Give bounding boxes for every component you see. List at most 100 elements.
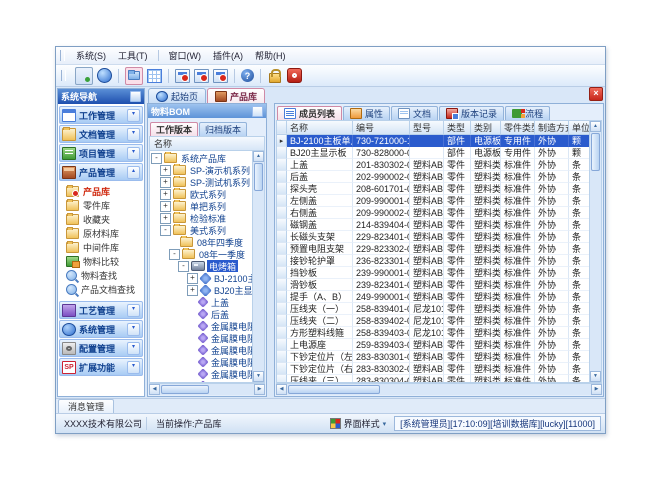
- table-hscroll-thumb[interactable]: [288, 385, 380, 394]
- table-row[interactable]: 下钞定位片（左）283-830301-00I塑料ABS零件塑料类标准件外协条: [277, 351, 589, 363]
- tree-node-美式系列[interactable]: -美式系列: [150, 224, 252, 236]
- table-row[interactable]: 压线夹（二）258-839402-00I尼龙1010零件塑料类标准件外协条: [277, 315, 589, 327]
- sidebar-item-物料查找[interactable]: 物料查找: [59, 268, 143, 282]
- tree-node-金属膜电阻器[interactable]: 金属膜电阻器: [150, 344, 252, 356]
- menu-item[interactable]: 窗口(W): [163, 48, 208, 63]
- table-row[interactable]: 右侧盖209-990002-01I塑料ABS零件塑料类标准件外协条: [277, 207, 589, 219]
- scroll-down-icon[interactable]: ▼: [590, 371, 601, 382]
- column-header-零件类型[interactable]: 零件类型: [501, 121, 535, 134]
- column-header-编号[interactable]: 编号: [353, 121, 410, 134]
- table-row[interactable]: 下钞定位片（右）283-830302-00I塑料ABS零件塑料类标准件外协条: [277, 363, 589, 375]
- menu-item[interactable]: 工具(T): [112, 48, 154, 63]
- table-row[interactable]: 磁钢盖214-839404-01I塑料ABS零件塑料类标准件外协条: [277, 219, 589, 231]
- expand-icon[interactable]: +: [187, 285, 198, 296]
- tree-node-金属膜电阻器[interactable]: 金属膜电阻器: [150, 320, 252, 332]
- datagrid-icon[interactable]: [147, 69, 162, 83]
- table-row[interactable]: 滑钞板239-823401-00I塑料ABS零件塑料类标准件外协条: [277, 279, 589, 291]
- table-row[interactable]: 预置电阻支架229-823302-00I塑料ABS零件塑料类标准件外协条: [277, 243, 589, 255]
- tree-node-BJ20主显示板[interactable]: +BJ20主显示板: [150, 284, 252, 296]
- window-close-icon[interactable]: [213, 69, 228, 83]
- table-row[interactable]: 压线夹（一）258-839401-00I尼龙1010零件塑料类标准件外协条: [277, 303, 589, 315]
- sidebar-item-原材料库[interactable]: 原材料库: [59, 226, 143, 240]
- tab-起始页[interactable]: 起始页: [148, 88, 206, 103]
- window-new-icon[interactable]: [175, 69, 190, 83]
- expand-icon[interactable]: +: [160, 165, 171, 176]
- menu-item[interactable]: 系统(S): [70, 48, 112, 63]
- table-row[interactable]: 上盖201-830302-00I塑料ABS零件塑料类标准件外协条: [277, 159, 589, 171]
- chevron-up-icon[interactable]: ▴: [127, 166, 140, 179]
- tree-vertical-scrollbar[interactable]: ▲ ▼: [252, 151, 264, 382]
- expand-icon[interactable]: +: [187, 273, 198, 284]
- table-row[interactable]: 压线夹（三）283-830304-00I塑料ABS零件塑料类标准件外协条: [277, 375, 589, 382]
- tree-node-上盖[interactable]: 上盖: [150, 296, 252, 308]
- ui-style-selector[interactable]: 界面样式 ▾: [327, 417, 390, 430]
- sidebar-group-工艺管理[interactable]: 工艺管理▾: [59, 301, 143, 319]
- tree-node-08年一季度[interactable]: -08年一季度: [150, 248, 252, 260]
- tree-node-单把系列[interactable]: +单把系列: [150, 200, 252, 212]
- tree-hscroll-thumb[interactable]: [161, 385, 209, 394]
- expand-icon[interactable]: +: [160, 213, 171, 224]
- tree-node-后盖[interactable]: 后盖: [150, 308, 252, 320]
- tree-node-金属膜电阻器[interactable]: 金属膜电阻器: [150, 356, 252, 368]
- tab-工作版本[interactable]: 工作版本: [150, 122, 198, 136]
- chevron-down-icon[interactable]: ▾: [127, 109, 140, 122]
- scroll-right-icon[interactable]: ▶: [591, 384, 602, 395]
- column-header-类型[interactable]: 类型: [444, 121, 471, 134]
- tab-版本记录[interactable]: 版本记录: [439, 106, 504, 120]
- exit-icon[interactable]: [287, 68, 302, 83]
- tree-column-header[interactable]: 名称: [149, 136, 265, 151]
- sidebar-group-系统管理[interactable]: 系统管理▾: [59, 320, 143, 338]
- table-row[interactable]: 长磁头支架229-823401-00I塑料ABS零件塑料类标准件外协条: [277, 231, 589, 243]
- tree-node-08年四季度[interactable]: 08年四季度: [150, 236, 252, 248]
- sidebar-item-物料比较[interactable]: 物料比较: [59, 254, 143, 268]
- chevron-down-icon[interactable]: ▾: [127, 304, 140, 317]
- sidebar-item-产品文档查找[interactable]: 产品文档查找: [59, 282, 143, 296]
- sidebar-group-配置管理[interactable]: 配置管理▾: [59, 339, 143, 357]
- tree-node-SP-演示机系列[interactable]: +SP-演示机系列: [150, 164, 252, 176]
- menu-item[interactable]: 插件(A): [207, 48, 249, 63]
- chevron-down-icon[interactable]: ▾: [127, 361, 140, 374]
- sidebar-item-产品库[interactable]: 产品库: [59, 184, 143, 198]
- table-row[interactable]: 左侧盖209-990001-01I塑料ABS零件塑料类标准件外协条: [277, 195, 589, 207]
- column-header-型号[interactable]: 型号: [410, 121, 444, 134]
- tree-node-金属膜电阻器[interactable]: 金属膜电阻器: [150, 380, 252, 382]
- table-vertical-scrollbar[interactable]: ▲ ▼: [589, 121, 601, 382]
- table-row[interactable]: 方形塑料线箍258-839403-00I尼龙1010零件塑料类标准件外协条: [277, 327, 589, 339]
- workspace-icon[interactable]: [75, 67, 93, 85]
- help-icon[interactable]: [241, 69, 254, 82]
- web-icon[interactable]: [97, 68, 112, 83]
- sidebar-group-产品管理[interactable]: 产品管理▴: [59, 163, 143, 181]
- close-tab-button[interactable]: ×: [589, 87, 603, 101]
- sidebar-item-收藏夹[interactable]: 收藏夹: [59, 212, 143, 226]
- tab-流程[interactable]: 流程: [505, 106, 550, 120]
- sidebar-item-零件库[interactable]: 零件库: [59, 198, 143, 212]
- tree-node-欧式系列[interactable]: +欧式系列: [150, 188, 252, 200]
- tab-产品库[interactable]: 产品库: [207, 88, 265, 103]
- open-folder-icon[interactable]: [125, 67, 143, 85]
- sidebar-pin-icon[interactable]: [130, 91, 141, 102]
- table-horizontal-scrollbar[interactable]: ◀ ▶: [276, 383, 602, 395]
- table-row[interactable]: 挡钞板239-990001-01I塑料ABS零件塑料类标准件外协条: [277, 267, 589, 279]
- column-header-名称[interactable]: 名称: [287, 121, 353, 134]
- scroll-up-icon[interactable]: ▲: [253, 151, 264, 162]
- column-header-单位[interactable]: 单位: [569, 121, 589, 134]
- scroll-up-icon[interactable]: ▲: [590, 121, 601, 132]
- table-row[interactable]: 提手（A、B）249-990001-01I塑料ABS零件塑料类标准件外协条: [277, 291, 589, 303]
- table-vscroll-thumb[interactable]: [591, 133, 600, 171]
- tree-node-系统产品库[interactable]: -系统产品库: [150, 152, 252, 164]
- scroll-down-icon[interactable]: ▼: [253, 371, 264, 382]
- lock-icon[interactable]: [267, 68, 283, 84]
- sidebar-group-文档管理[interactable]: 文档管理▾: [59, 125, 143, 143]
- tree-vscroll-thumb[interactable]: [254, 163, 263, 191]
- table-row[interactable]: ▸BJ-2100主板单点730-721000-12I部件电源板专用件外协颗: [277, 135, 589, 147]
- table-row[interactable]: BJ20主显示板730-828000-04I部件电源板专用件外协颗: [277, 147, 589, 159]
- tab-成员列表[interactable]: 成员列表: [277, 106, 342, 120]
- chevron-down-icon[interactable]: ▾: [127, 323, 140, 336]
- chevron-down-icon[interactable]: ▾: [127, 147, 140, 160]
- column-header-类别[interactable]: 类别: [471, 121, 501, 134]
- window-config-icon[interactable]: [194, 69, 209, 83]
- tree-node-SP-测试机系列[interactable]: +SP-测试机系列: [150, 176, 252, 188]
- table-row[interactable]: 上电源座259-839403-00I塑料ABS零件塑料类标准件外协条: [277, 339, 589, 351]
- expand-icon[interactable]: +: [160, 177, 171, 188]
- sidebar-group-扩展功能[interactable]: 扩展功能▾: [59, 358, 143, 376]
